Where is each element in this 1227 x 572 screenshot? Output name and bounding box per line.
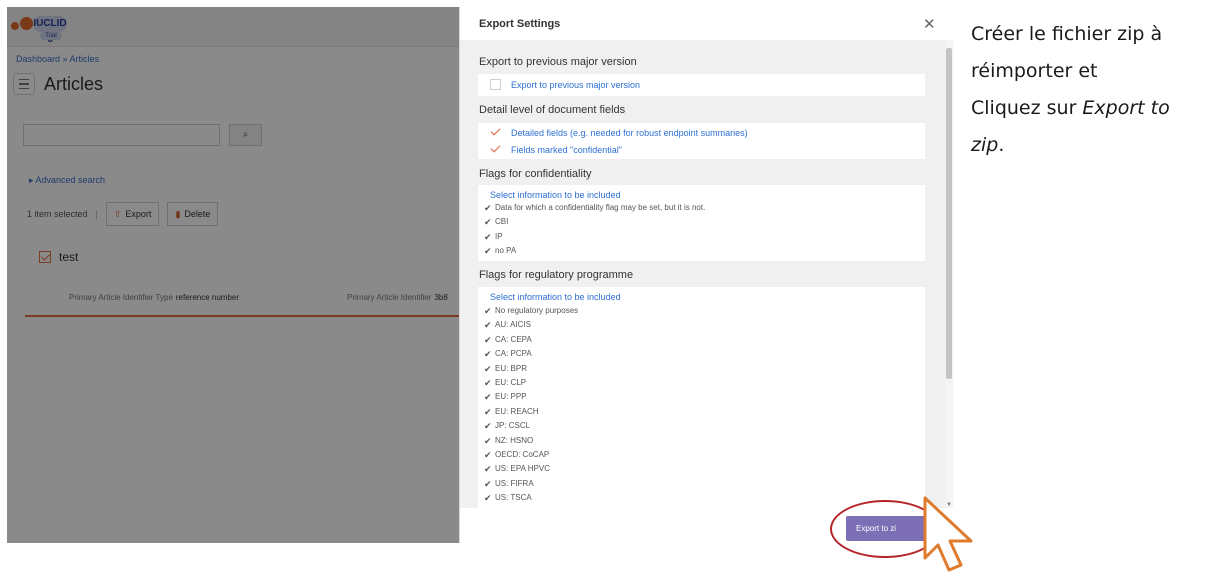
export-settings-dialog: Export Settings ✕ Export to previous maj… bbox=[459, 7, 954, 543]
detail-level-box: Detailed fields (e.g. needed for robust … bbox=[478, 123, 925, 159]
detail-level-heading: Detail level of document fields bbox=[479, 104, 626, 116]
regulatory-select-link[interactable]: Select information to be included bbox=[490, 292, 621, 302]
check-icon: ✔ bbox=[484, 217, 492, 228]
check-icon: ✔ bbox=[484, 421, 492, 432]
confidentiality-list: ✔ Data for which a confidentiality flag m… bbox=[484, 201, 705, 259]
check-icon: ✔ bbox=[484, 406, 492, 417]
check-icon: ✔ bbox=[484, 363, 492, 374]
dialog-title: Export Settings bbox=[479, 18, 561, 30]
list-item: ✔ CBI bbox=[484, 215, 705, 229]
instruction-line-2: réimporter et bbox=[971, 60, 1098, 82]
list-item: ✔ no PA bbox=[484, 244, 705, 258]
previous-version-heading: Export to previous major version bbox=[479, 56, 637, 68]
checkmark-icon[interactable] bbox=[490, 127, 501, 138]
confidential-fields-label: Fields marked "confidential" bbox=[511, 144, 622, 155]
confidentiality-box: Select information to be included ✔ Data … bbox=[478, 185, 925, 261]
list-item: ✔ OECD: CoCAP bbox=[484, 448, 578, 462]
check-icon: ✔ bbox=[484, 493, 492, 504]
list-item: ✔ EU: BPR bbox=[484, 362, 578, 376]
check-icon: ✔ bbox=[484, 306, 492, 316]
close-icon[interactable]: ✕ bbox=[923, 17, 936, 32]
confidentiality-select-link[interactable]: Select information to be included bbox=[490, 190, 621, 200]
previous-version-checkbox[interactable] bbox=[490, 79, 501, 90]
regulatory-heading: Flags for regulatory programme bbox=[479, 269, 634, 281]
list-item: ✔ IP bbox=[484, 230, 705, 244]
check-icon: ✔ bbox=[484, 449, 492, 460]
list-item: ✔ US: TSCA bbox=[484, 491, 578, 505]
previous-version-box: Export to previous major version bbox=[478, 74, 925, 96]
confidential-fields-option[interactable]: Fields marked "confidential" bbox=[490, 144, 622, 155]
confidentiality-heading: Flags for confidentiality bbox=[479, 168, 592, 180]
list-item: ✔ CA: CEPA bbox=[484, 333, 578, 347]
check-icon: ✔ bbox=[484, 478, 492, 489]
dialog-scrollbar[interactable]: ▼ bbox=[945, 40, 953, 508]
modal-backdrop[interactable] bbox=[7, 7, 459, 543]
instruction-line-3: Cliquez sur Export to bbox=[971, 97, 1170, 119]
scrollbar-thumb[interactable] bbox=[946, 48, 952, 379]
list-item: ✔ EU: PPP bbox=[484, 390, 578, 404]
check-icon: ✔ bbox=[484, 320, 492, 331]
list-item: ✔ EU: CLP bbox=[484, 376, 578, 390]
check-icon: ✔ bbox=[484, 464, 492, 475]
list-item: ✔ US: FIFRA bbox=[484, 477, 578, 491]
screenshot-root: IUCLID 6 Trial Dashboard » Articles Arti… bbox=[0, 0, 1227, 572]
check-icon: ✔ bbox=[484, 377, 492, 388]
check-icon: ✔ bbox=[484, 392, 492, 403]
list-item: ✔ EU: REACH bbox=[484, 405, 578, 419]
check-icon: ✔ bbox=[484, 349, 492, 360]
previous-version-option[interactable]: Export to previous major version bbox=[490, 79, 640, 90]
list-item: ✔ US: EPA HPVC bbox=[484, 462, 578, 476]
list-item: ✔ JP: CSCL bbox=[484, 419, 578, 433]
detailed-fields-option[interactable]: Detailed fields (e.g. needed for robust … bbox=[490, 127, 748, 138]
list-item: ✔ Data for which a confidentiality flag m… bbox=[484, 201, 705, 215]
dialog-body: Export to previous major version Export … bbox=[460, 40, 945, 508]
instruction-line-4: zip. bbox=[971, 134, 1005, 156]
instruction-line-1: Créer le fichier zip à bbox=[971, 23, 1163, 45]
list-item: ✔ No regulatory purposes bbox=[484, 304, 578, 318]
check-icon: ✔ bbox=[484, 435, 492, 446]
list-item: ✔ AU: AICIS bbox=[484, 318, 578, 332]
previous-version-label: Export to previous major version bbox=[511, 79, 641, 90]
regulatory-box: Select information to be included ✔ No re… bbox=[478, 287, 925, 508]
checkmark-icon[interactable] bbox=[490, 144, 501, 155]
list-item: ✔ CA: PCPA bbox=[484, 347, 578, 361]
check-icon: ✔ bbox=[484, 334, 492, 345]
check-icon: ✔ bbox=[484, 231, 492, 242]
check-icon: ✔ bbox=[484, 203, 492, 213]
list-item: ✔ NZ: HSNO bbox=[484, 434, 578, 448]
instruction-text: Créer le fichier zip à réimporter et Cli… bbox=[971, 16, 1223, 164]
regulatory-list: ✔ No regulatory purposes ✔ AU: AICIS ✔ CA: … bbox=[484, 304, 578, 505]
check-icon: ✔ bbox=[484, 246, 492, 257]
detailed-fields-label: Detailed fields (e.g. needed for robust … bbox=[511, 127, 748, 138]
pointer-cursor-icon bbox=[923, 496, 973, 572]
